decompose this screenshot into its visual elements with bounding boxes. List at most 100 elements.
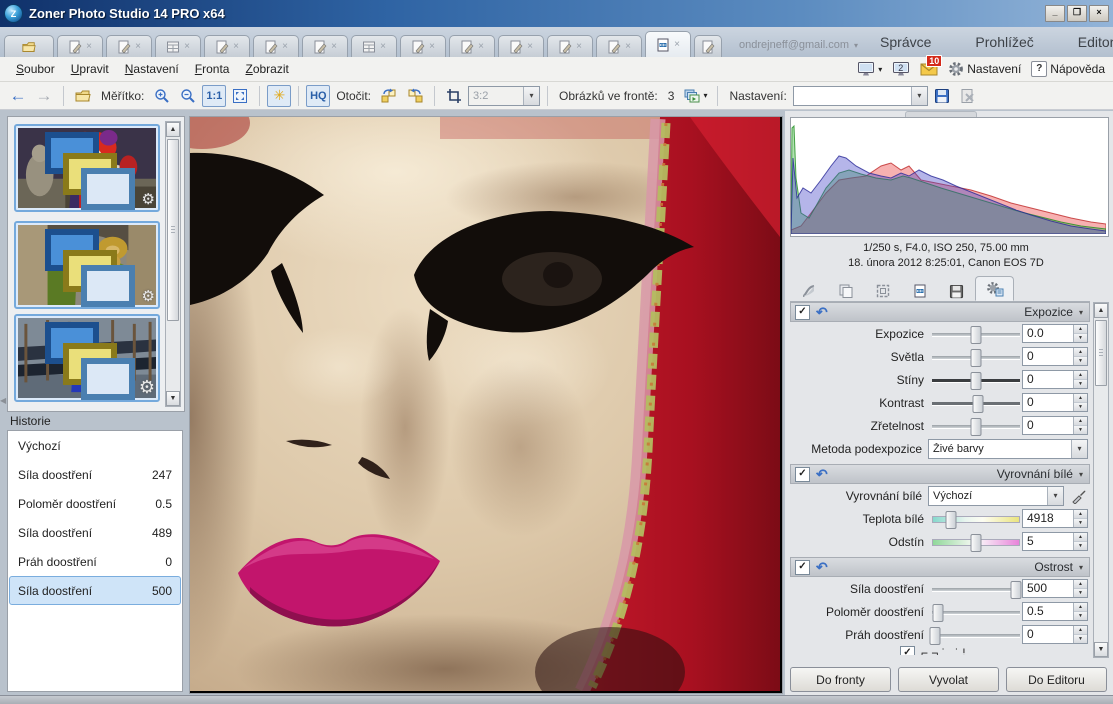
underexposure-method-combo[interactable]: Živé barvy ▾	[928, 439, 1088, 459]
display-profile-button[interactable]: ▾	[857, 61, 882, 77]
tab-save[interactable]	[938, 281, 975, 301]
spin-down-icon[interactable]: ▼	[1074, 357, 1087, 365]
document-tab[interactable]: ×	[547, 35, 593, 57]
tab-copies[interactable]	[827, 281, 864, 301]
document-tab[interactable]: ×	[253, 35, 299, 57]
spin-up-icon[interactable]: ▲	[1074, 394, 1087, 403]
close-tab-icon[interactable]: ×	[331, 42, 337, 52]
mode-editor[interactable]: Editor	[1056, 34, 1113, 50]
document-tab[interactable]: ×	[449, 35, 495, 57]
settings-scrollbar[interactable]: ▲ ▼	[1093, 302, 1109, 658]
slider-track[interactable]	[930, 349, 1022, 365]
zoom-100-button[interactable]: 1:1	[202, 85, 226, 107]
slider-track[interactable]	[930, 418, 1022, 434]
spin-down-icon[interactable]: ▼	[1074, 542, 1087, 550]
spin-value[interactable]: 0	[1023, 348, 1073, 365]
slider-thumb[interactable]	[933, 604, 944, 622]
history-item[interactable]: Výchozí	[9, 431, 181, 460]
section-header-ostrost[interactable]: ✓ ↶ Ostrost ▾	[790, 557, 1090, 577]
slider-track[interactable]	[930, 326, 1022, 342]
undo-icon[interactable]: ↶	[816, 306, 828, 318]
rotate-right-button[interactable]	[403, 85, 427, 107]
white-balance-combo[interactable]: Výchozí ▾	[928, 486, 1064, 506]
spin-value[interactable]: 500	[1023, 580, 1073, 597]
crop-button[interactable]	[442, 85, 466, 107]
spin-up-icon[interactable]: ▲	[1074, 417, 1087, 426]
value-spinbox[interactable]: 0▲▼	[1022, 370, 1088, 389]
spin-up-icon[interactable]: ▲	[1074, 603, 1087, 612]
value-spinbox[interactable]: 500▲▼	[1022, 579, 1088, 598]
undo-icon[interactable]: ↶	[816, 468, 828, 480]
hq-preview-button[interactable]: HQ	[306, 85, 330, 107]
section-header-expozice[interactable]: ✓ ↶ Expozice ▾	[790, 302, 1090, 322]
scroll-down-arrow[interactable]: ▼	[1094, 642, 1108, 657]
document-tab[interactable]	[694, 35, 722, 57]
value-spinbox[interactable]: 0▲▼	[1022, 416, 1088, 435]
spin-down-icon[interactable]: ▼	[1074, 635, 1087, 643]
document-tab[interactable]: ×	[204, 35, 250, 57]
menu-upravit[interactable]: Upravit	[63, 59, 117, 79]
gear-overlay-icon[interactable]: ⚙	[142, 190, 155, 208]
slider-track[interactable]	[930, 581, 1022, 597]
rotate-left-button[interactable]	[377, 85, 401, 107]
spin-up-icon[interactable]: ▲	[1074, 371, 1087, 380]
spin-up-icon[interactable]: ▲	[1074, 533, 1087, 542]
slider-track[interactable]	[930, 627, 1022, 643]
close-tab-icon[interactable]: ×	[380, 42, 386, 52]
slider-thumb[interactable]	[1011, 581, 1022, 599]
account-menu[interactable]: ondrejneff@gmail.com ▾	[739, 39, 858, 51]
gear-overlay-icon[interactable]: ⚙	[139, 377, 155, 398]
history-item[interactable]: Poloměr doostření0.5	[9, 489, 181, 518]
close-button[interactable]: ×	[1089, 5, 1109, 22]
forward-button[interactable]: →	[32, 85, 56, 107]
delete-preset-button[interactable]	[956, 85, 980, 107]
scroll-up-arrow[interactable]: ▲	[166, 122, 180, 137]
spin-value[interactable]: 0.5	[1023, 603, 1073, 620]
mode-sprava[interactable]: Správce	[858, 34, 953, 50]
spin-value[interactable]: 4918	[1023, 510, 1073, 527]
open-folder-button[interactable]	[71, 85, 95, 107]
filmstrip-scrollbar[interactable]: ▲ ▼	[165, 121, 181, 407]
menu-nastaveni[interactable]: Nastavení	[117, 59, 187, 79]
spin-up-icon[interactable]: ▲	[1074, 325, 1087, 334]
document-tab[interactable]: ×	[400, 35, 446, 57]
zoom-in-button[interactable]	[150, 85, 174, 107]
document-tab[interactable]: ×	[351, 35, 397, 57]
spin-down-icon[interactable]: ▼	[1074, 426, 1087, 434]
image-canvas[interactable]	[189, 116, 783, 694]
chevron-down-icon[interactable]: ▾	[1071, 440, 1087, 458]
close-tab-icon[interactable]: ×	[576, 42, 582, 52]
document-tab[interactable]: ×	[155, 35, 201, 57]
spin-value[interactable]: 0	[1023, 417, 1073, 434]
value-spinbox[interactable]: 0▲▼	[1022, 393, 1088, 412]
thumbnail-blue-gondolas[interactable]: ⚙	[14, 314, 160, 402]
close-tab-icon[interactable]: ×	[233, 42, 239, 52]
highlight-warning-button[interactable]: ✳	[267, 85, 291, 107]
slider-thumb[interactable]	[945, 511, 956, 529]
tab-crop[interactable]	[864, 281, 901, 301]
slider-track[interactable]	[930, 604, 1022, 620]
close-tab-icon[interactable]: ×	[135, 42, 141, 52]
history-item-selected[interactable]: Síla doostření500	[9, 576, 181, 605]
document-tab[interactable]: ×	[106, 35, 152, 57]
save-preset-button[interactable]	[930, 85, 954, 107]
document-tab[interactable]: ×	[498, 35, 544, 57]
back-button[interactable]: ←	[6, 85, 30, 107]
section-header-vyrovnani-bile[interactable]: ✓ ↶ Vyrovnání bílé ▾	[790, 464, 1090, 484]
thumbnail-green-masks[interactable]: ⚙	[14, 221, 160, 309]
document-tab[interactable]: ×	[302, 35, 348, 57]
minimize-button[interactable]: _	[1045, 5, 1065, 22]
do-fronty-button[interactable]: Do fronty	[790, 667, 891, 692]
eyedropper-icon[interactable]	[1070, 488, 1088, 504]
close-tab-icon[interactable]: ×	[674, 40, 680, 50]
spin-up-icon[interactable]: ▲	[1074, 626, 1087, 635]
close-tab-icon[interactable]: ×	[429, 42, 435, 52]
slider-thumb[interactable]	[971, 372, 982, 390]
spin-value[interactable]: 0.0	[1023, 325, 1073, 342]
spin-value[interactable]: 5	[1023, 533, 1073, 550]
close-tab-icon[interactable]: ×	[478, 42, 484, 52]
scroll-up-arrow[interactable]: ▲	[1094, 303, 1108, 318]
value-spinbox[interactable]: 0.0▲▼	[1022, 324, 1088, 343]
history-item[interactable]: Síla doostření247	[9, 460, 181, 489]
spin-down-icon[interactable]: ▼	[1074, 612, 1087, 620]
